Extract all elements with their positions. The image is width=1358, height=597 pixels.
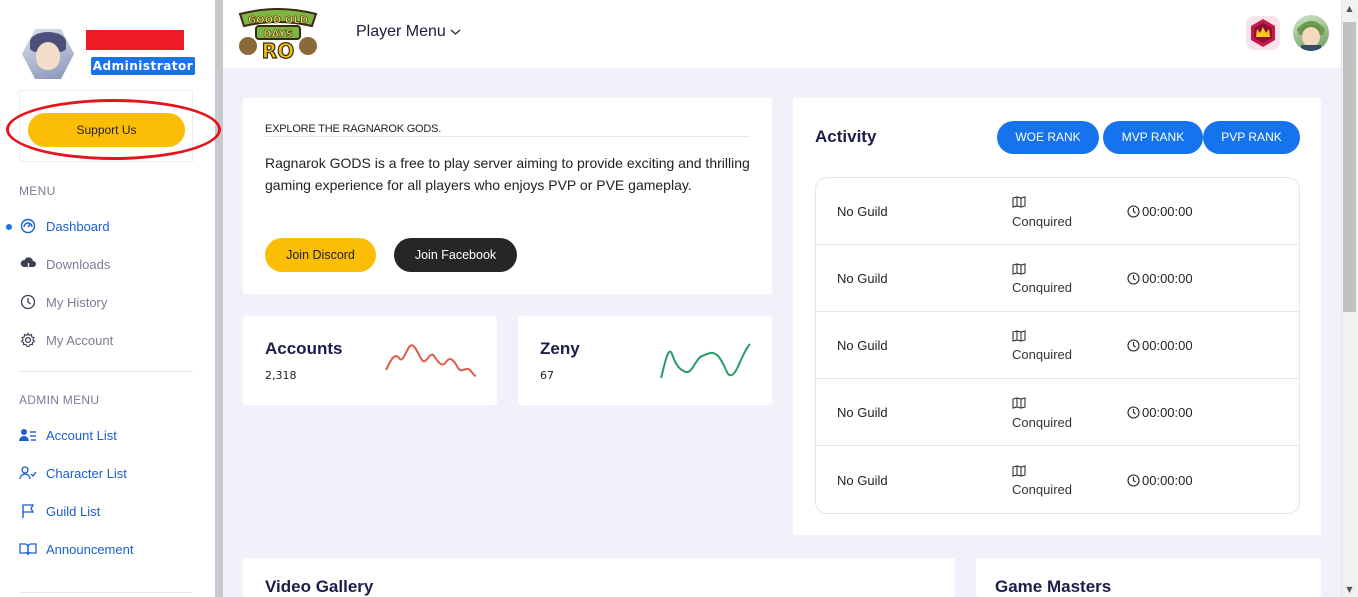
video-gallery-title: Video Gallery <box>265 577 374 596</box>
table-row: No Guild Conquired 00:00:00 <box>816 178 1299 245</box>
sidebar-item-label: My Account <box>46 332 114 348</box>
table-row: No Guild Conquired 00:00:00 <box>816 379 1299 446</box>
accounts-label: Accounts <box>265 339 343 358</box>
page-scrollbar-thumb[interactable] <box>1343 22 1356 312</box>
conquest-status: Conquired <box>1012 280 1072 295</box>
sidebar-item-downloads[interactable]: Downloads <box>19 252 199 276</box>
gear-icon <box>19 331 37 349</box>
rank-crown-icon[interactable] <box>1246 16 1280 50</box>
sidebar-item-my-history[interactable]: My History <box>19 290 199 314</box>
svg-text:RO: RO <box>262 39 294 60</box>
accounts-sparkline <box>385 344 477 377</box>
activity-time: 00:00:00 <box>1127 204 1193 219</box>
time-value: 00:00:00 <box>1142 338 1193 353</box>
join-facebook-button[interactable]: Join Facebook <box>394 238 517 272</box>
time-value: 00:00:00 <box>1142 405 1193 420</box>
woe-rank-button[interactable]: WOE RANK <box>997 121 1099 154</box>
sidebar-item-label: Account List <box>46 427 117 443</box>
guild-name: No Guild <box>837 405 888 420</box>
clock-icon <box>1127 406 1140 419</box>
dashboard-icon <box>19 217 37 235</box>
activity-time: 00:00:00 <box>1127 473 1193 488</box>
sidebar-divider <box>19 371 193 372</box>
activity-time: 00:00:00 <box>1127 271 1193 286</box>
highlight-ellipse <box>6 99 221 160</box>
menu-section-title: MENU <box>19 184 56 198</box>
sidebar-item-dashboard[interactable]: Dashboard <box>19 214 199 238</box>
explore-title: EXPLORE THE RAGNAROK GODS. <box>265 123 442 135</box>
join-discord-button[interactable]: Join Discord <box>265 238 376 272</box>
role-badge: Administrator <box>91 57 195 75</box>
activity-time: 00:00:00 <box>1127 405 1193 420</box>
guild-name: No Guild <box>837 338 888 353</box>
sidebar-item-announcement[interactable]: Announcement <box>19 537 199 561</box>
explore-description: Ragnarok GODS is a free to play server a… <box>265 155 750 193</box>
history-icon <box>19 293 37 311</box>
sidebar-item-character-list[interactable]: Character List <box>19 461 199 485</box>
sidebar-item-account-list[interactable]: Account List <box>19 423 199 447</box>
scroll-down-icon[interactable]: ▼ <box>1344 585 1355 595</box>
users-list-icon <box>19 426 37 444</box>
zeny-value: 67 <box>540 369 554 382</box>
accounts-value: 2,318 <box>265 369 297 382</box>
chevron-down-icon <box>450 23 461 40</box>
sidebar-scrollbar[interactable] <box>215 0 223 597</box>
player-menu-label: Player Menu <box>356 23 446 40</box>
sidebar-item-guild-list[interactable]: Guild List <box>19 499 199 523</box>
book-open-icon <box>19 540 37 558</box>
map-icon <box>1012 397 1026 409</box>
svg-text:GOOD OLD: GOOD OLD <box>248 15 308 26</box>
guild-name: No Guild <box>837 473 888 488</box>
time-value: 00:00:00 <box>1142 204 1193 219</box>
clock-icon <box>1127 205 1140 218</box>
sidebar-item-label: Guild List <box>46 503 101 519</box>
sidebar-item-label: Announcement <box>46 541 134 557</box>
player-menu-dropdown[interactable]: Player Menu <box>356 23 461 41</box>
sidebar-item-label: Downloads <box>46 256 111 272</box>
conquest-status: Conquired <box>1012 482 1072 497</box>
conquest-status: Conquired <box>1012 214 1072 229</box>
map-icon <box>1012 263 1026 275</box>
time-value: 00:00:00 <box>1142 271 1193 286</box>
active-indicator <box>6 224 12 230</box>
sidebar-item-label: My History <box>46 294 108 310</box>
table-row: No Guild Conquired 00:00:00 <box>816 245 1299 312</box>
conquest-status: Conquired <box>1012 347 1072 362</box>
clock-icon <box>1127 272 1140 285</box>
activity-time: 00:00:00 <box>1127 338 1193 353</box>
game-logo[interactable]: GOOD OLD DAYS RO <box>236 6 320 64</box>
redacted-username <box>86 30 184 50</box>
mvp-rank-button[interactable]: MVP RANK <box>1103 121 1203 154</box>
profile-avatar[interactable] <box>22 28 74 80</box>
sidebar-item-label: Character List <box>46 465 127 481</box>
admin-menu-section-title: ADMIN MENU <box>19 393 100 407</box>
table-row: No Guild Conquired 00:00:00 <box>816 446 1299 513</box>
sidebar-item-label: Dashboard <box>46 218 110 234</box>
user-avatar[interactable] <box>1293 15 1329 51</box>
table-row: No Guild Conquired 00:00:00 <box>816 312 1299 379</box>
map-icon <box>1012 330 1026 342</box>
map-icon <box>1012 465 1026 477</box>
game-masters-title: Game Masters <box>995 577 1112 596</box>
time-value: 00:00:00 <box>1142 473 1193 488</box>
download-cloud-icon <box>19 255 37 273</box>
activity-title: Activity <box>815 127 877 146</box>
zeny-sparkline <box>660 343 751 379</box>
user-check-icon <box>19 464 37 482</box>
clock-icon <box>1127 474 1140 487</box>
guild-name: No Guild <box>837 204 888 219</box>
zeny-label: Zeny <box>540 339 580 358</box>
conquest-status: Conquired <box>1012 415 1072 430</box>
sidebar-divider <box>19 592 193 593</box>
sidebar-item-my-account[interactable]: My Account <box>19 328 199 352</box>
scroll-up-icon[interactable]: ▲ <box>1344 4 1355 14</box>
activity-table: No Guild Conquired 00:00:00 No Guild Con… <box>815 177 1300 514</box>
map-icon <box>1012 196 1026 208</box>
pvp-rank-button[interactable]: PVP RANK <box>1203 121 1300 154</box>
clock-icon <box>1127 339 1140 352</box>
explore-divider <box>265 136 750 137</box>
flag-icon <box>19 502 37 520</box>
guild-name: No Guild <box>837 271 888 286</box>
